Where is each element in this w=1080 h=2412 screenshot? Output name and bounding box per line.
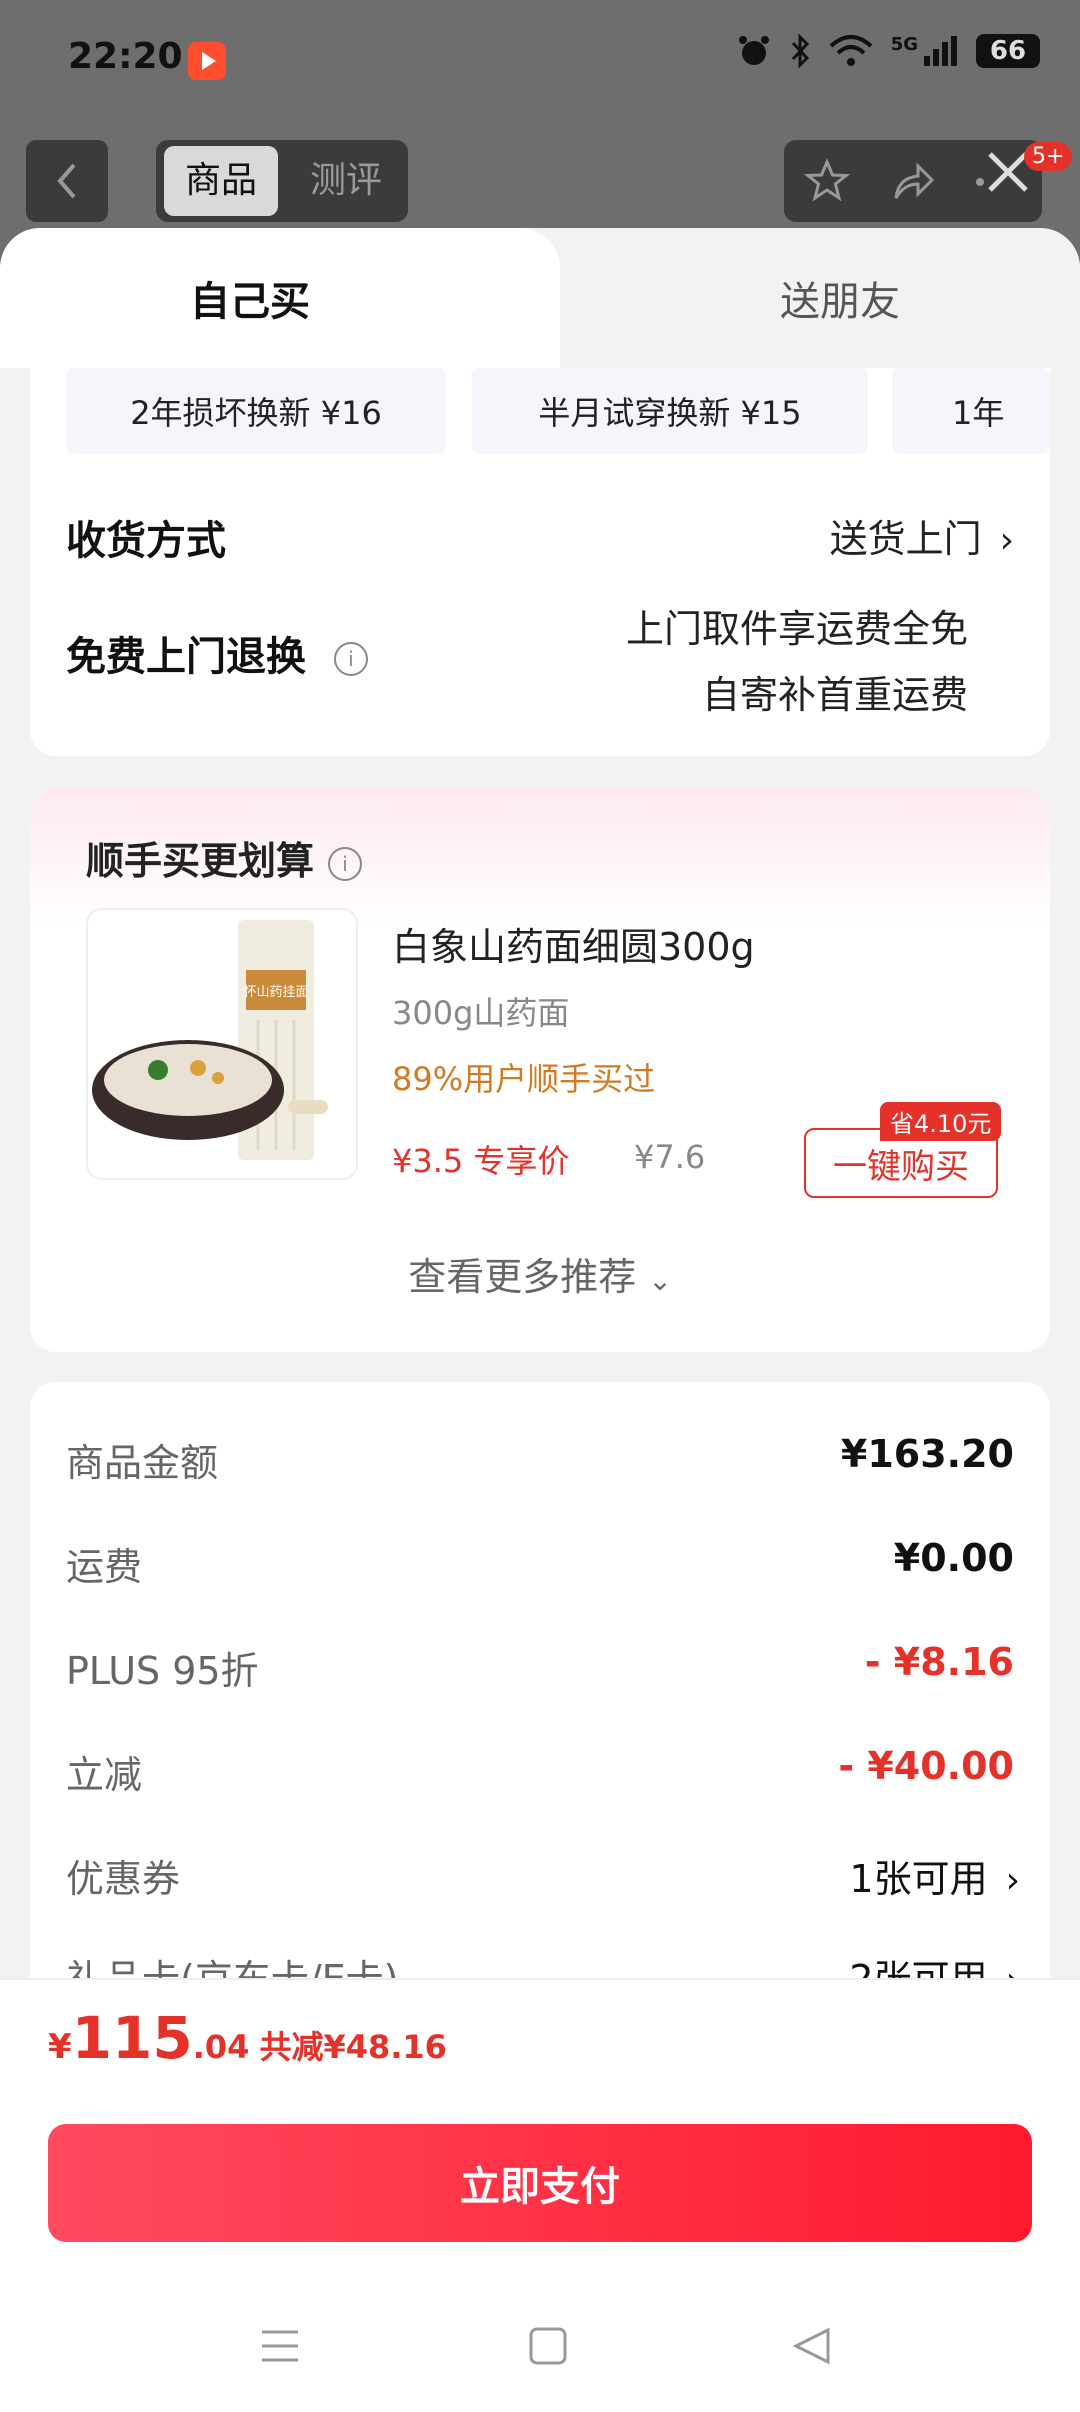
tab-send-friend[interactable]: 送朋友 <box>520 228 1080 368</box>
more-recommend-text: 查看更多推荐 <box>408 1255 637 1299</box>
service-chip-damage[interactable]: 2年损坏换新 ¥16 <box>66 368 446 454</box>
instant-discount-value: - ¥40.00 <box>838 1744 1014 1788</box>
delivery-method: 送货上门 <box>829 517 982 561</box>
return-label: 免费上门退换 i <box>66 624 368 682</box>
return-line-1: 上门取件享运费全免 <box>625 607 968 651</box>
status-bar: 22:20 5G 66 <box>0 0 1080 120</box>
total-bar: ¥115.04 共减¥48.16 <box>0 1978 1080 2114</box>
delivery-label: 收货方式 <box>66 518 226 564</box>
tab-product[interactable]: 商品 <box>164 146 278 216</box>
chevron-down-icon: ⌄ <box>648 1264 672 1297</box>
info-icon[interactable]: i <box>333 642 368 676</box>
recommend-title: 顺手买更划算 i <box>86 830 363 885</box>
bluetooth-icon <box>791 34 809 68</box>
total-price: ¥115.04 共减¥48.16 <box>48 2004 447 2072</box>
product-stat: 89%用户顺手买过 <box>392 1060 656 1098</box>
plus-discount-label: PLUS 95折 <box>66 1649 259 1693</box>
coupon-available: 1张可用 <box>849 1857 988 1901</box>
product-image[interactable]: 怀山药挂面 <box>86 908 358 1180</box>
service-card: 2年损坏换新 ¥16 半月试穿换新 ¥15 1年 收货方式 送货上门 › 免费上门… <box>30 368 1050 756</box>
tab-buy-self[interactable]: 自己买 <box>0 228 560 368</box>
alarm-icon <box>738 36 769 65</box>
shipping-value: ¥0.00 <box>893 1536 1014 1580</box>
instant-discount-label: 立减 <box>66 1753 143 1797</box>
subtotal-value: ¥163.20 <box>840 1432 1014 1476</box>
recommend-card: 顺手买更划算 i 怀山药挂面 白象山药面细圆300g 300g山药面 89%用户顺… <box>30 788 1050 1352</box>
shipping-label: 运费 <box>66 1545 143 1589</box>
info-icon[interactable]: i <box>328 846 363 881</box>
return-value: 上门取件享运费全免 自寄补首重运费 <box>626 596 968 728</box>
coupon-label: 优惠券 <box>66 1857 181 1901</box>
recommend-title-text: 顺手买更划算 <box>86 839 315 883</box>
product-subtitle: 300g山药面 <box>392 994 570 1032</box>
notification-badge: 5+ <box>1024 142 1073 171</box>
back-triangle-icon[interactable] <box>792 2326 832 2366</box>
tab-review[interactable]: 测评 <box>296 146 396 216</box>
pay-now-button[interactable]: 立即支付 <box>48 2124 1032 2242</box>
product-title[interactable]: 白象山药面细圆300g <box>392 916 755 971</box>
save-badge: 省4.10元 <box>880 1102 1002 1141</box>
battery-icon: 66 <box>976 34 1040 68</box>
total-decimal: .04 <box>192 2028 250 2066</box>
price-summary-card: 商品金额 ¥163.20 运费 ¥0.00 PLUS 95折 - ¥8.16 立… <box>30 1382 1050 2082</box>
chevron-right-icon: › <box>1005 1860 1020 1901</box>
back-button[interactable] <box>26 140 108 222</box>
product-price: ¥3.5 专享价 <box>392 1142 570 1180</box>
top-nav: 商品 测评 5+ <box>0 140 1080 230</box>
chevron-left-icon <box>57 163 76 199</box>
status-time: 22:20 <box>68 36 183 77</box>
star-icon[interactable] <box>804 158 850 204</box>
delivery-value[interactable]: 送货上门 › <box>830 508 1014 563</box>
network-label: 5G <box>890 34 918 55</box>
package-label: 怀山药挂面 <box>243 985 308 1000</box>
chevron-right-icon: › <box>999 520 1014 561</box>
coupon-value[interactable]: 1张可用 › <box>849 1848 1020 1903</box>
total-integer: 115 <box>71 2004 193 2072</box>
segment-control: 商品 测评 <box>156 140 408 222</box>
menu-icon[interactable] <box>260 2326 300 2366</box>
subtotal-label: 商品金额 <box>66 1441 219 1485</box>
status-icons: 5G 66 <box>737 34 1040 68</box>
service-chip-trial[interactable]: 半月试穿换新 ¥15 <box>472 368 868 454</box>
wifi-icon <box>829 35 873 66</box>
product-original-price: ¥7.6 <box>634 1138 706 1176</box>
return-label-text: 免费上门退换 <box>66 634 306 680</box>
total-saved: 共减¥48.16 <box>259 2028 447 2066</box>
video-app-icon <box>188 42 226 80</box>
signal-icon <box>924 36 957 66</box>
plus-discount-value: - ¥8.16 <box>864 1640 1014 1684</box>
return-line-2: 自寄补首重运费 <box>701 673 968 717</box>
noodle-image: 怀山药挂面 <box>92 920 328 1160</box>
system-nav <box>0 2300 1080 2390</box>
more-recommend-link[interactable]: 查看更多推荐 ⌄ <box>30 1246 1050 1301</box>
home-icon[interactable] <box>528 2326 568 2366</box>
share-icon[interactable] <box>890 158 936 204</box>
currency-symbol: ¥ <box>48 2027 72 2067</box>
service-chip-year[interactable]: 1年 <box>892 368 1050 454</box>
